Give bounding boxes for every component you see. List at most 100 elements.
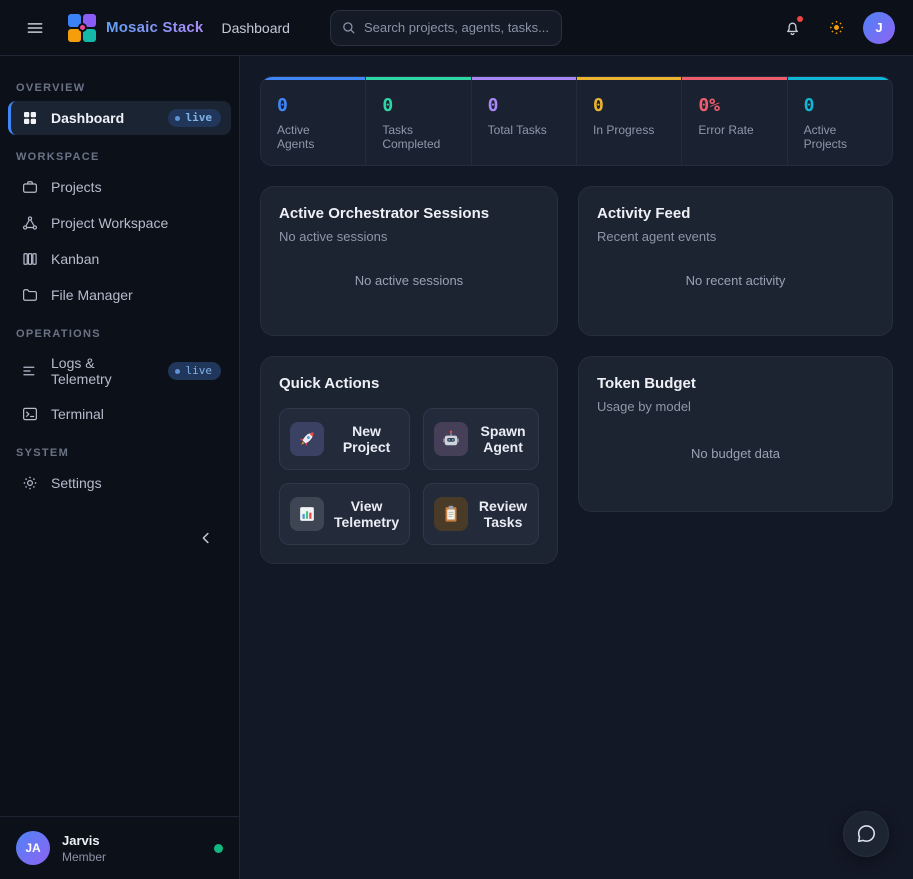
app-window: Mosaic Stack Dashboard J (0, 0, 913, 879)
card-title: Quick Actions (279, 375, 539, 392)
action-label: View Telemetry (334, 498, 399, 530)
menu-button[interactable] (18, 11, 52, 45)
stat-value: 0 (277, 95, 349, 116)
chat-bubble-icon (855, 823, 877, 845)
mosaic-logo-icon (68, 14, 96, 42)
stat-active-agents: 0 Active Agents (261, 77, 365, 165)
stat-total-tasks: 0 Total Tasks (471, 77, 576, 165)
sidebar-item-label: Settings (51, 475, 102, 491)
stat-label: Active Agents (277, 123, 349, 151)
chevron-left-icon (197, 529, 215, 547)
stat-label: Error Rate (698, 123, 770, 137)
card-orchestrator-sessions: Active Orchestrator Sessions No active s… (260, 186, 558, 336)
gear-icon (21, 474, 39, 492)
sidebar-item-label: Kanban (51, 251, 99, 267)
theme-toggle-button[interactable] (819, 11, 853, 45)
stats-row: 0 Active Agents 0 Tasks Completed 0 Tota… (260, 76, 893, 166)
terminal-icon (21, 405, 39, 423)
sidebar-item-projects[interactable]: Projects (8, 170, 231, 204)
sidebar-user-card[interactable]: JA Jarvis Member (0, 816, 239, 879)
spawn-agent-button[interactable]: Spawn Agent (423, 408, 539, 470)
card-token-budget: Token Budget Usage by model No budget da… (578, 356, 893, 512)
stat-accent-bar (366, 77, 470, 80)
main-content: 0 Active Agents 0 Tasks Completed 0 Tota… (240, 56, 913, 879)
sidebar-item-terminal[interactable]: Terminal (8, 397, 231, 431)
stat-value: 0 (804, 95, 876, 116)
sidebar-item-label: Project Workspace (51, 215, 168, 231)
hamburger-icon (25, 18, 45, 38)
stat-in-progress: 0 In Progress (576, 77, 681, 165)
card-subtitle: Recent agent events (597, 229, 874, 244)
search-icon (341, 20, 356, 35)
sidebar-item-kanban[interactable]: Kanban (8, 242, 231, 276)
section-label-overview: OVERVIEW (16, 82, 223, 94)
stat-error-rate: 0% Error Rate (681, 77, 786, 165)
stat-label: Total Tasks (488, 123, 560, 137)
user-avatar-small: JA (16, 831, 50, 865)
live-badge: live (168, 109, 222, 127)
stat-value: 0 (593, 95, 665, 116)
nodes-icon (21, 214, 39, 232)
empty-state-text: No active sessions (279, 244, 539, 317)
briefcase-icon (21, 178, 39, 196)
sidebar-item-label: File Manager (51, 287, 133, 303)
bar-chart-icon (290, 497, 324, 531)
sidebar-collapse-button[interactable] (189, 521, 223, 555)
card-subtitle: No active sessions (279, 229, 539, 244)
empty-state-text: No recent activity (597, 244, 874, 317)
stat-value: 0 (382, 95, 454, 116)
stat-accent-bar (261, 77, 365, 80)
top-bar: Mosaic Stack Dashboard J (0, 0, 913, 56)
action-label: Spawn Agent (478, 423, 528, 455)
kanban-icon (21, 250, 39, 268)
sidebar-item-settings[interactable]: Settings (8, 466, 231, 500)
robot-icon (434, 422, 468, 456)
grid-icon (21, 109, 39, 127)
notification-dot (797, 16, 803, 22)
card-quick-actions: Quick Actions New Project Sp (260, 356, 558, 564)
stat-value: 0% (698, 95, 770, 116)
stat-active-projects: 0 Active Projects (787, 77, 892, 165)
stat-value: 0 (488, 95, 560, 116)
user-avatar[interactable]: J (863, 12, 895, 44)
action-label: Review Tasks (478, 498, 528, 530)
page-title: Dashboard (221, 20, 290, 36)
review-tasks-button[interactable]: Review Tasks (423, 483, 539, 545)
stat-label: Tasks Completed (382, 123, 454, 151)
search-bar[interactable] (330, 10, 562, 46)
stat-accent-bar (472, 77, 576, 80)
brand-name: Mosaic Stack (106, 19, 203, 36)
user-name: Jarvis (62, 833, 106, 848)
sidebar-item-label: Dashboard (51, 110, 124, 126)
sidebar-item-project-workspace[interactable]: Project Workspace (8, 206, 231, 240)
stat-accent-bar (577, 77, 681, 80)
stat-accent-bar (788, 77, 892, 80)
card-activity-feed: Activity Feed Recent agent events No rec… (578, 186, 893, 336)
folder-icon (21, 286, 39, 304)
log-lines-icon (21, 362, 39, 380)
rocket-icon (290, 422, 324, 456)
chat-fab-button[interactable] (843, 811, 889, 857)
sidebar-item-file-manager[interactable]: File Manager (8, 278, 231, 312)
clipboard-icon (434, 497, 468, 531)
user-role: Member (62, 850, 106, 864)
notifications-button[interactable] (775, 11, 809, 45)
action-label: New Project (334, 423, 399, 455)
live-badge: live (168, 362, 222, 380)
sidebar-item-label: Projects (51, 179, 102, 195)
stat-accent-bar (682, 77, 786, 80)
section-label-operations: OPERATIONS (16, 328, 223, 340)
section-label-system: SYSTEM (16, 447, 223, 459)
new-project-button[interactable]: New Project (279, 408, 410, 470)
card-subtitle: Usage by model (597, 399, 874, 414)
stat-label: Active Projects (804, 123, 876, 151)
card-title: Token Budget (597, 375, 874, 392)
view-telemetry-button[interactable]: View Telemetry (279, 483, 410, 545)
sidebar-item-logs-telemetry[interactable]: Logs & Telemetry live (8, 347, 231, 395)
sidebar-item-dashboard[interactable]: Dashboard live (8, 101, 231, 135)
online-status-dot (214, 844, 223, 853)
card-title: Active Orchestrator Sessions (279, 205, 539, 222)
empty-state-text: No budget data (597, 414, 874, 493)
card-title: Activity Feed (597, 205, 874, 222)
search-input[interactable] (364, 20, 551, 35)
